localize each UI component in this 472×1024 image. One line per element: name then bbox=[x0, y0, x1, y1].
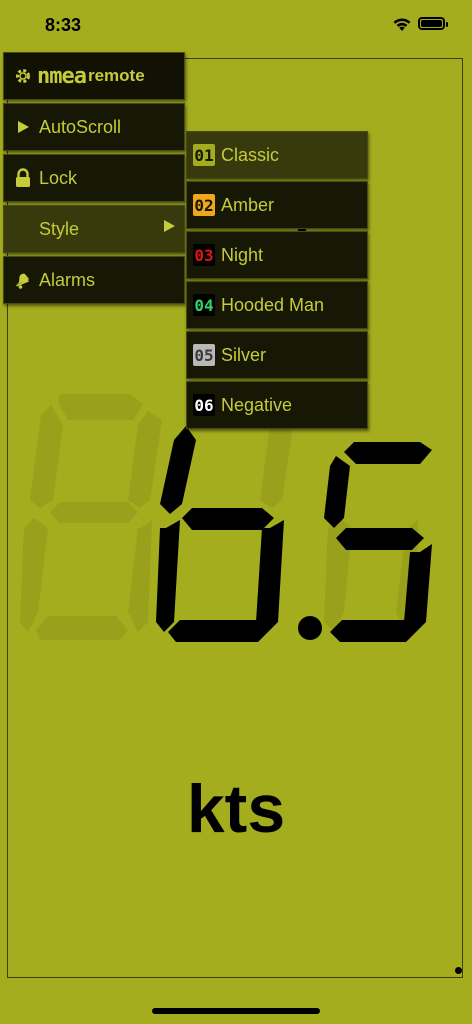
style-option-label: Night bbox=[221, 244, 264, 265]
menu-item-style[interactable]: Style bbox=[3, 205, 185, 253]
menu-item-label: Lock bbox=[39, 167, 78, 188]
style-option-label: Hooded Man bbox=[221, 294, 325, 315]
status-indicator-dot bbox=[455, 967, 462, 974]
menu-item-alarms[interactable]: Alarms bbox=[3, 256, 185, 304]
unit-label: kts bbox=[186, 771, 286, 847]
active-digit-segments bbox=[156, 426, 432, 642]
menu-item-label: Alarms bbox=[39, 269, 96, 290]
menu-item-label: Style bbox=[39, 218, 80, 239]
brand-header[interactable]: nmea remote bbox=[3, 52, 185, 100]
style-option-label: Classic bbox=[221, 144, 280, 165]
menu-item-lock[interactable]: Lock bbox=[3, 154, 185, 202]
bell-icon bbox=[9, 270, 37, 290]
brand-logo: nmea bbox=[37, 63, 87, 89]
style-option-night[interactable]: 03 Night bbox=[186, 231, 368, 279]
menu-item-label: AutoScroll bbox=[39, 116, 122, 137]
main-menu: nmea remote AutoScroll Lock Style Alarms bbox=[3, 52, 185, 307]
style-option-silver[interactable]: 05 Silver bbox=[186, 331, 368, 379]
submenu-arrow-icon bbox=[162, 219, 176, 238]
style-number-badge: 06 bbox=[193, 394, 215, 416]
style-submenu: 01 Classic 02 Amber 03 Night 04 Hooded M… bbox=[186, 131, 368, 431]
style-option-label: Silver bbox=[221, 344, 267, 365]
style-number-badge: 02 bbox=[193, 194, 215, 216]
menu-item-autoscroll[interactable]: AutoScroll bbox=[3, 103, 185, 151]
style-option-label: Negative bbox=[221, 394, 293, 415]
style-number-badge: 04 bbox=[193, 294, 215, 316]
style-number-badge: 01 bbox=[193, 144, 215, 166]
home-indicator[interactable] bbox=[152, 1008, 320, 1014]
play-icon bbox=[9, 120, 37, 134]
style-number-badge: 03 bbox=[193, 244, 215, 266]
style-number-badge: 05 bbox=[193, 344, 215, 366]
style-option-negative[interactable]: 06 Negative bbox=[186, 381, 368, 429]
style-option-hooded-man[interactable]: 04 Hooded Man bbox=[186, 281, 368, 329]
gear-icon bbox=[9, 67, 37, 85]
brand-logo-suffix: remote bbox=[87, 66, 145, 85]
style-option-amber[interactable]: 02 Amber bbox=[186, 181, 368, 229]
style-option-classic[interactable]: 01 Classic bbox=[186, 131, 368, 179]
lock-icon bbox=[9, 168, 37, 188]
style-option-label: Amber bbox=[221, 194, 275, 215]
